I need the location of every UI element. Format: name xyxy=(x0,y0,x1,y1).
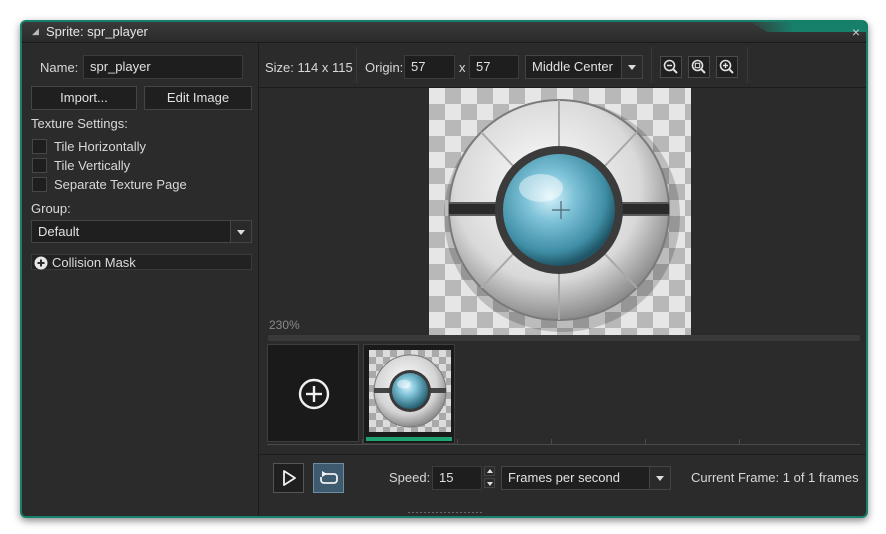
origin-label: Origin: xyxy=(365,60,404,75)
zoom-in-button[interactable] xyxy=(716,56,738,78)
add-frame-button[interactable] xyxy=(267,344,359,442)
zoom-in-icon xyxy=(719,59,734,74)
speed-label: Speed: xyxy=(389,470,431,485)
tile-horizontally-checkbox[interactable] xyxy=(32,139,47,154)
chevron-up-icon xyxy=(487,469,493,473)
timeline-tick xyxy=(362,439,363,445)
toolbar-divider xyxy=(651,47,652,83)
sprite-editor-window: ◢ Sprite: spr_player × Name: spr_player … xyxy=(20,20,868,518)
toolbar-divider xyxy=(747,47,748,83)
speed-unit-dropdown[interactable]: Frames per second xyxy=(501,466,671,490)
play-button[interactable] xyxy=(273,463,304,493)
resize-grip[interactable] xyxy=(407,511,482,514)
player-sprite-thumbnail xyxy=(373,354,447,428)
chevron-down-icon[interactable] xyxy=(649,467,670,489)
speed-input[interactable]: 15 xyxy=(432,466,482,490)
origin-x-input[interactable]: 57 xyxy=(404,55,455,79)
sprite-toolbar: Size: 114 x 115 Origin: 57 x 57 Middle C… xyxy=(259,43,866,88)
title-accent-decoration xyxy=(746,22,866,32)
texture-settings-label: Texture Settings: xyxy=(31,116,128,131)
speed-increment-button[interactable] xyxy=(484,466,495,476)
frame-thumbnail-image xyxy=(369,350,451,432)
player-sprite-image xyxy=(444,99,680,332)
group-dropdown[interactable]: Default xyxy=(31,220,252,243)
speed-unit-value: Frames per second xyxy=(508,470,620,485)
timeline-tick xyxy=(551,439,552,445)
size-text: Size: 114 x 115 xyxy=(265,60,353,75)
add-frame-plus-icon xyxy=(298,378,330,410)
expand-plus-icon[interactable] xyxy=(34,256,48,270)
selected-frame-indicator xyxy=(366,437,452,441)
origin-y-input[interactable]: 57 xyxy=(469,55,519,79)
toolbar-divider xyxy=(356,47,357,83)
zoom-reset-button[interactable] xyxy=(688,56,710,78)
origin-separator: x xyxy=(459,60,466,75)
origin-preset-dropdown[interactable]: Middle Center xyxy=(525,55,643,79)
tile-vertically-label: Tile Vertically xyxy=(54,158,131,173)
close-icon[interactable]: × xyxy=(852,24,860,40)
group-label: Group: xyxy=(31,201,71,216)
zoom-out-icon xyxy=(663,59,678,74)
frame-timeline[interactable] xyxy=(267,439,860,453)
frame-thumbnail[interactable] xyxy=(363,344,455,444)
title-bar[interactable]: ◢ Sprite: spr_player × xyxy=(22,22,866,43)
collapse-triangle-icon[interactable]: ◢ xyxy=(32,26,39,37)
chevron-down-icon[interactable] xyxy=(621,56,642,78)
zoom-reset-icon xyxy=(691,59,706,74)
loop-icon xyxy=(320,471,338,484)
tile-horizontally-label: Tile Horizontally xyxy=(54,139,146,154)
tile-vertically-checkbox[interactable] xyxy=(32,158,47,173)
group-dropdown-value: Default xyxy=(38,224,80,239)
window-title: Sprite: spr_player xyxy=(46,24,148,39)
sprite-preview[interactable] xyxy=(429,88,691,335)
collision-mask-header[interactable]: Collision Mask xyxy=(31,254,252,270)
play-icon xyxy=(283,470,296,486)
chevron-down-icon[interactable] xyxy=(230,221,251,242)
name-label: Name: xyxy=(40,60,79,75)
separate-texture-page-label: Separate Texture Page xyxy=(54,177,187,192)
loop-toggle-button[interactable] xyxy=(313,463,344,493)
import-button[interactable]: Import... xyxy=(31,86,137,110)
canvas-horizontal-scrollbar[interactable] xyxy=(268,335,860,341)
playback-bar: Speed: 15 Frames per second Current Fram… xyxy=(259,454,866,499)
edit-image-button[interactable]: Edit Image xyxy=(144,86,252,110)
timeline-tick xyxy=(739,439,740,445)
speed-decrement-button[interactable] xyxy=(484,478,495,488)
sprite-canvas-area[interactable]: 230% xyxy=(259,88,866,335)
timeline-tick xyxy=(645,439,646,445)
collision-mask-label: Collision Mask xyxy=(52,255,136,270)
frames-strip xyxy=(259,342,866,454)
timeline-tick xyxy=(457,439,458,445)
zoom-level-label: 230% xyxy=(269,318,300,332)
zoom-out-button[interactable] xyxy=(660,56,682,78)
separate-texture-page-checkbox[interactable] xyxy=(32,177,47,192)
name-input[interactable]: spr_player xyxy=(83,55,243,79)
chevron-down-icon xyxy=(487,482,493,486)
current-frame-text: Current Frame: 1 of 1 frames xyxy=(691,470,859,485)
origin-preset-value: Middle Center xyxy=(532,59,613,74)
properties-panel: Name: spr_player Import... Edit Image Te… xyxy=(22,43,259,516)
